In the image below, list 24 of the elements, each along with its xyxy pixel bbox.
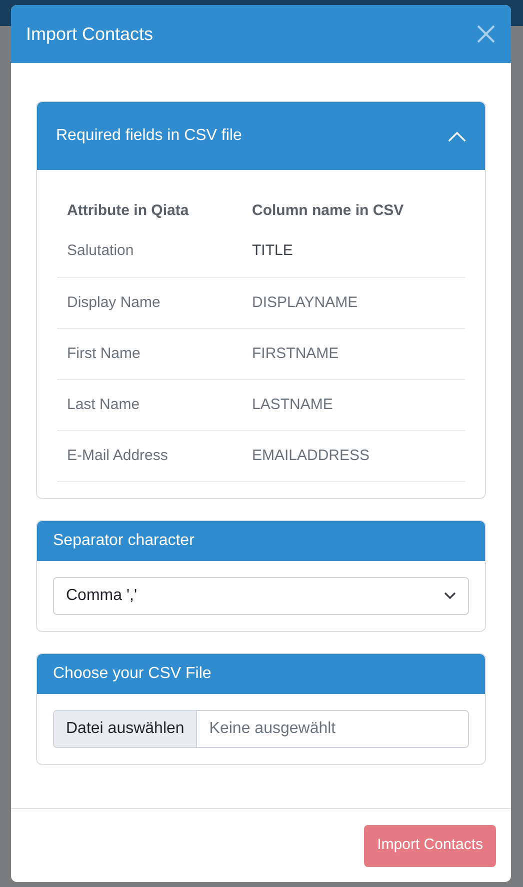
card-title: Choose your CSV File: [53, 664, 212, 684]
table-cell-text: Salutation: [67, 241, 135, 262]
table-cell-text: Last Name: [67, 394, 141, 415]
caret-icon: [444, 592, 456, 600]
choose-file-button[interactable]: Datei auswählen: [54, 711, 198, 747]
column-header: Column name in CSV: [252, 200, 405, 221]
table-cell-text: TITLE: [252, 241, 294, 262]
dialog-title: Import Contacts: [26, 22, 154, 46]
table-cell-text: Display Name: [67, 292, 162, 313]
table-cell-text: LASTNAME: [252, 394, 334, 415]
card-title: Separator character: [53, 531, 194, 551]
table-cell-text: DISPLAYNAME: [252, 292, 359, 313]
file-placeholder: Keine ausgewählt: [208, 719, 337, 739]
close-icon[interactable]: [476, 24, 496, 44]
table-cell-text: EMAILADDRESS: [252, 446, 371, 466]
column-header: Attribute in Qiata: [67, 200, 190, 221]
card-title: Required fields in CSV file: [56, 126, 242, 146]
table-cell-text: FIRSTNAME: [252, 344, 340, 364]
table-cell-text: E-Mail Address: [67, 446, 169, 466]
table-cell-text: First Name: [67, 344, 142, 364]
file-input[interactable]: Datei auswählen Keine ausgewählt: [53, 710, 469, 748]
chevron-up-icon[interactable]: [448, 130, 466, 142]
card-header[interactable]: Required fields in CSV file: [37, 102, 485, 170]
separator-select[interactable]: Comma ',': [53, 577, 469, 615]
